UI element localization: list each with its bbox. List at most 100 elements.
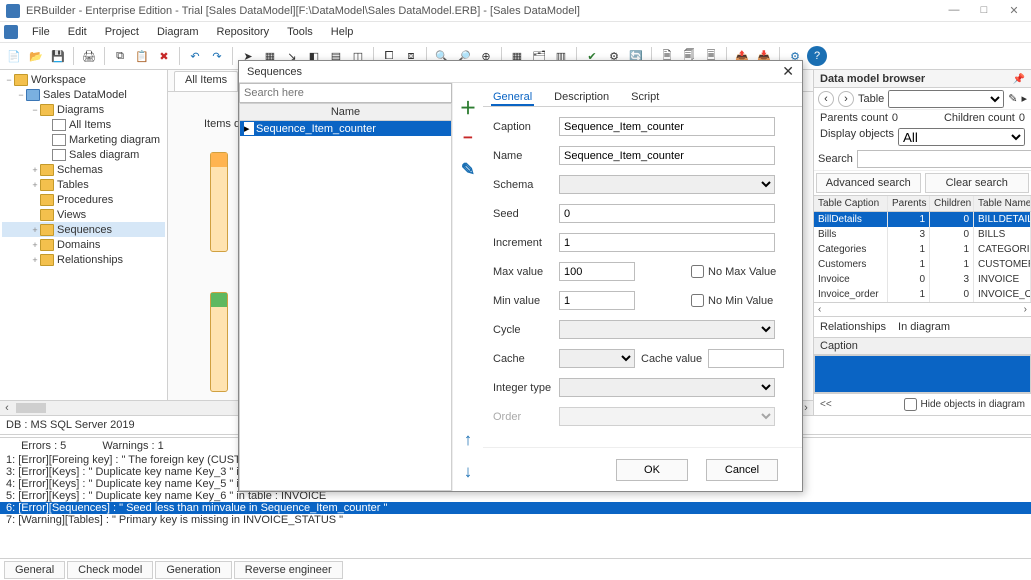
dlg-tab-script[interactable]: Script [629, 89, 661, 106]
menu-help[interactable]: Help [323, 24, 362, 40]
tree-workspace[interactable]: −Workspace [2, 72, 165, 87]
error-row[interactable]: 6: [Error][Sequences] : " Seed less than… [0, 502, 1031, 514]
menubar: File Edit Project Diagram Repository Too… [0, 22, 1031, 42]
sequence-list-item[interactable]: Sequence_Item_counter [240, 121, 451, 136]
sequence-search-input[interactable] [239, 83, 452, 103]
menu-file[interactable]: File [24, 24, 58, 40]
new-icon[interactable]: 📄 [4, 46, 24, 66]
undo-icon[interactable]: ↶ [185, 46, 205, 66]
paste-icon[interactable]: 📋 [132, 46, 152, 66]
save-icon[interactable]: 💾 [48, 46, 68, 66]
goto-icon[interactable]: ▸ [1021, 92, 1027, 105]
browser-search-input[interactable] [857, 150, 1031, 168]
nav-fwd-icon[interactable]: › [838, 91, 854, 107]
tab-all-items[interactable]: All Items [174, 71, 238, 91]
btab-reverse-engineer[interactable]: Reverse engineer [234, 561, 343, 579]
menu-tools[interactable]: Tools [279, 24, 321, 40]
window-title: ERBuilder - Enterprise Edition - Trial [… [26, 5, 943, 17]
help-icon[interactable]: ? [807, 46, 827, 66]
tree-diagram-sales[interactable]: Sales diagram [2, 147, 165, 162]
browser-nav-prev[interactable]: << [820, 399, 832, 410]
cancel-button[interactable]: Cancel [706, 459, 778, 481]
increment-input[interactable] [559, 233, 775, 252]
table-row[interactable]: Categories11CATEGORIES [814, 242, 1031, 257]
print-icon[interactable]: 🖨 [79, 46, 99, 66]
order-label: Order [493, 411, 559, 423]
sequence-list[interactable]: Sequence_Item_counter [239, 121, 452, 491]
edit-sequence-icon[interactable]: ✎ [459, 161, 477, 179]
diagram-entity-1[interactable] [210, 152, 228, 252]
subtab-in-diagram[interactable]: In diagram [898, 321, 950, 333]
move-down-icon[interactable]: ↓ [459, 463, 477, 481]
system-menu-icon[interactable] [4, 25, 18, 39]
parents-count-label: Parents count [820, 112, 888, 124]
remove-sequence-icon[interactable]: − [459, 129, 477, 147]
edit-icon[interactable]: ✎ [1008, 92, 1017, 105]
max-label: Max value [493, 266, 559, 278]
btab-generation[interactable]: Generation [155, 561, 231, 579]
tree-relationships[interactable]: +Relationships [2, 252, 165, 267]
table-row[interactable]: Invoice03INVOICE [814, 272, 1031, 287]
browser-hscroll[interactable]: ‹› [814, 302, 1031, 316]
children-count-label: Children count [944, 112, 1015, 124]
cache-value-input[interactable] [708, 349, 784, 368]
menu-project[interactable]: Project [97, 24, 147, 40]
menu-repository[interactable]: Repository [209, 24, 278, 40]
tree-model[interactable]: −Sales DataModel [2, 87, 165, 102]
tree-views[interactable]: Views [2, 207, 165, 222]
copy-icon[interactable]: ⧉ [110, 46, 130, 66]
table-row[interactable]: BillDetails10BILLDETAILS [814, 212, 1031, 227]
tree-procedures[interactable]: Procedures [2, 192, 165, 207]
caption-input[interactable] [559, 117, 775, 136]
dlg-tab-general[interactable]: General [491, 89, 534, 106]
name-input[interactable] [559, 146, 775, 165]
menu-diagram[interactable]: Diagram [149, 24, 207, 40]
pin-icon[interactable] [1013, 73, 1025, 85]
redo-icon[interactable]: ↷ [207, 46, 227, 66]
cache-select[interactable] [559, 349, 635, 368]
close-button[interactable]: ✕ [1003, 4, 1025, 17]
no-min-checkbox[interactable]: No Min Value [691, 294, 773, 307]
advanced-search-button[interactable]: Advanced search [816, 173, 921, 193]
minimize-button[interactable]: — [943, 4, 965, 17]
table-row[interactable]: Bills30BILLS [814, 227, 1031, 242]
btab-check-model[interactable]: Check model [67, 561, 153, 579]
tree-sequences[interactable]: +Sequences [2, 222, 165, 237]
error-row[interactable]: 7: [Warning][Tables] : " Primary key is … [0, 514, 1031, 526]
clear-search-button[interactable]: Clear search [925, 173, 1030, 193]
max-input[interactable] [559, 262, 635, 281]
delete-icon[interactable]: ✖ [154, 46, 174, 66]
ok-button[interactable]: OK [616, 459, 688, 481]
table-row[interactable]: Invoice_order10INVOICE_O [814, 287, 1031, 302]
subtab-relationships[interactable]: Relationships [820, 321, 886, 333]
diagram-entity-2[interactable] [210, 292, 228, 392]
display-objects-select[interactable]: All [898, 128, 1025, 146]
maximize-button[interactable]: □ [973, 4, 995, 17]
tree-diagram-marketing[interactable]: Marketing diagram [2, 132, 165, 147]
no-max-checkbox[interactable]: No Max Value [691, 265, 776, 278]
tree-diagram-allitems[interactable]: All Items [2, 117, 165, 132]
schema-select[interactable] [559, 175, 775, 194]
tree-domains[interactable]: +Domains [2, 237, 165, 252]
seed-input[interactable] [559, 204, 775, 223]
dialog-close-icon[interactable]: ✕ [782, 63, 794, 80]
hide-objects-checkbox[interactable]: Hide objects in diagram [904, 398, 1026, 411]
move-up-icon[interactable]: ↑ [459, 431, 477, 449]
relationships-list[interactable] [814, 355, 1031, 393]
add-sequence-icon[interactable]: ＋ [459, 97, 477, 115]
tree-diagrams[interactable]: −Diagrams [2, 102, 165, 117]
dlg-tab-description[interactable]: Description [552, 89, 611, 106]
tree-tables[interactable]: +Tables [2, 177, 165, 192]
min-input[interactable] [559, 291, 635, 310]
open-icon[interactable]: 📂 [26, 46, 46, 66]
tree-schemas[interactable]: +Schemas [2, 162, 165, 177]
relationships-caption-header: Caption [814, 337, 1031, 355]
errors-count: Errors : 5 [21, 440, 66, 452]
btab-general[interactable]: General [4, 561, 65, 579]
cycle-select[interactable] [559, 320, 775, 339]
nav-back-icon[interactable]: ‹ [818, 91, 834, 107]
browser-table-select[interactable] [888, 90, 1004, 108]
integer-type-select[interactable] [559, 378, 775, 397]
menu-edit[interactable]: Edit [60, 24, 95, 40]
table-row[interactable]: Customers11CUSTOMERS [814, 257, 1031, 272]
